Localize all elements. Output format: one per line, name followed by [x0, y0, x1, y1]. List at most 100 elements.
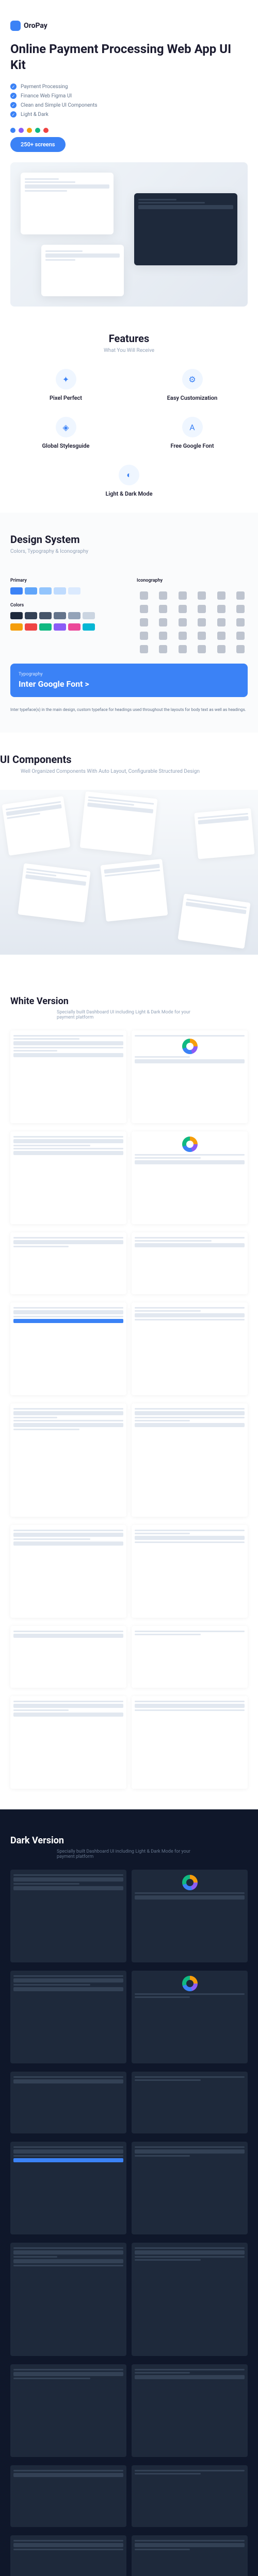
pixel-icon: ✦: [56, 369, 76, 389]
swatch: [10, 587, 23, 595]
component-card: [2, 796, 71, 856]
features-grid: ✦Pixel Perfect ⚙Easy Customization ◈Glob…: [10, 369, 248, 497]
white-version-section: White Version Specially built Dashboard …: [0, 975, 258, 1809]
swatch: [25, 612, 37, 619]
screen: [132, 1232, 248, 1294]
iconography-label: Iconography: [137, 578, 248, 583]
screen: [10, 1971, 126, 2063]
hero-feature: ✓Clean and Simple UI Components: [10, 102, 248, 108]
screen: [10, 1626, 126, 1688]
icon: [217, 605, 225, 613]
swatch: [83, 612, 95, 619]
icon: [159, 645, 167, 653]
design-subtitle: Colors, Typography & Iconography: [10, 549, 248, 554]
icon-grid: [137, 591, 248, 653]
dark-version-section: Dark Version Specially built Dashboard U…: [0, 1809, 258, 2576]
icon: [140, 618, 148, 626]
icon: [198, 632, 206, 640]
dot: [10, 128, 15, 133]
swatch: [54, 612, 66, 619]
dot: [35, 128, 40, 133]
swatch: [10, 612, 23, 619]
icon: [217, 632, 225, 640]
white-title: White Version: [10, 996, 248, 1007]
icon: [217, 618, 225, 626]
hero-feature: ✓Light & Dark: [10, 111, 248, 117]
screen: [10, 1696, 126, 1789]
feature-box: AFree Google Font: [137, 417, 248, 449]
screen: [10, 1870, 126, 1962]
screen: [10, 1302, 126, 1395]
screen: [10, 1030, 126, 1123]
dot: [27, 128, 32, 133]
white-subtitle: Specially built Dashboard UI including L…: [57, 1010, 201, 1020]
icon: [198, 605, 206, 613]
primary-swatches: [10, 587, 121, 595]
gear-icon: ⚙: [182, 369, 203, 389]
accent-swatches: [10, 623, 121, 631]
swatch: [10, 623, 23, 631]
feature-box: ◈Global Stylesguide: [10, 417, 121, 449]
typography-banner: Typography Inter Google Font >: [10, 664, 248, 697]
screen: [132, 1131, 248, 1224]
screen: [132, 1302, 248, 1395]
feature-box: ⚙Easy Customization: [137, 369, 248, 401]
design-title: Design System: [10, 533, 248, 546]
swatch: [68, 623, 80, 631]
icon: [198, 645, 206, 653]
screen: [10, 1131, 126, 1224]
mock-card: [41, 245, 124, 296]
colors-column: Primary Colors: [10, 570, 121, 653]
check-icon: ✓: [10, 93, 17, 99]
icon: [198, 591, 206, 600]
typo-title: Inter Google Font >: [19, 679, 239, 689]
icon: [179, 618, 187, 626]
design-columns: Primary Colors: [10, 570, 248, 653]
screen: [132, 1403, 248, 1517]
swatch: [39, 612, 52, 619]
logo: OroPay: [10, 21, 248, 31]
features-section: Features What You Will Receive ✦Pixel Pe…: [0, 317, 258, 513]
component-card: [178, 894, 250, 949]
screen: [132, 2535, 248, 2576]
screen: [10, 2142, 126, 2234]
swatch: [39, 587, 52, 595]
icon: [236, 645, 245, 653]
icon: [179, 605, 187, 613]
screen: [132, 2243, 248, 2356]
screen: [10, 1403, 126, 1517]
components-title: UI Components: [0, 753, 258, 766]
icon: [140, 605, 148, 613]
mode-icon: ◐: [119, 465, 139, 485]
color-dots: [10, 128, 248, 133]
component-card: [101, 859, 168, 922]
screen: [132, 1525, 248, 1618]
screen: [10, 1232, 126, 1294]
icon: [198, 618, 206, 626]
screen: [132, 1870, 248, 1962]
primary-label: Primary: [10, 578, 121, 583]
neutral-swatches: [10, 612, 121, 619]
hero-section: OroPay Online Payment Processing Web App…: [0, 0, 258, 317]
logo-icon: [10, 21, 21, 31]
design-system-section: Design System Colors, Typography & Icono…: [0, 513, 258, 733]
icon: [236, 591, 245, 600]
swatch: [39, 623, 52, 631]
check-icon: ✓: [10, 83, 17, 90]
font-icon: A: [182, 417, 203, 437]
icon: [140, 632, 148, 640]
hero-title: Online Payment Processing Web App UI Kit: [10, 41, 248, 73]
icon: [179, 591, 187, 600]
cta-button[interactable]: 250+ screens: [10, 137, 66, 152]
features-title: Features: [10, 332, 248, 345]
screen: [132, 2072, 248, 2133]
dark-subtitle: Specially built Dashboard UI including L…: [57, 1849, 201, 1859]
typo-description: Inter typeface(s) in the main design, cu…: [10, 707, 248, 712]
screen: [132, 2465, 248, 2527]
screen: [132, 2142, 248, 2234]
feature-box: ◐Light & Dark Mode: [10, 465, 248, 497]
screen: [132, 1030, 248, 1123]
feature-box: ✦Pixel Perfect: [10, 369, 121, 401]
swatch: [83, 623, 95, 631]
screen: [10, 2465, 126, 2527]
